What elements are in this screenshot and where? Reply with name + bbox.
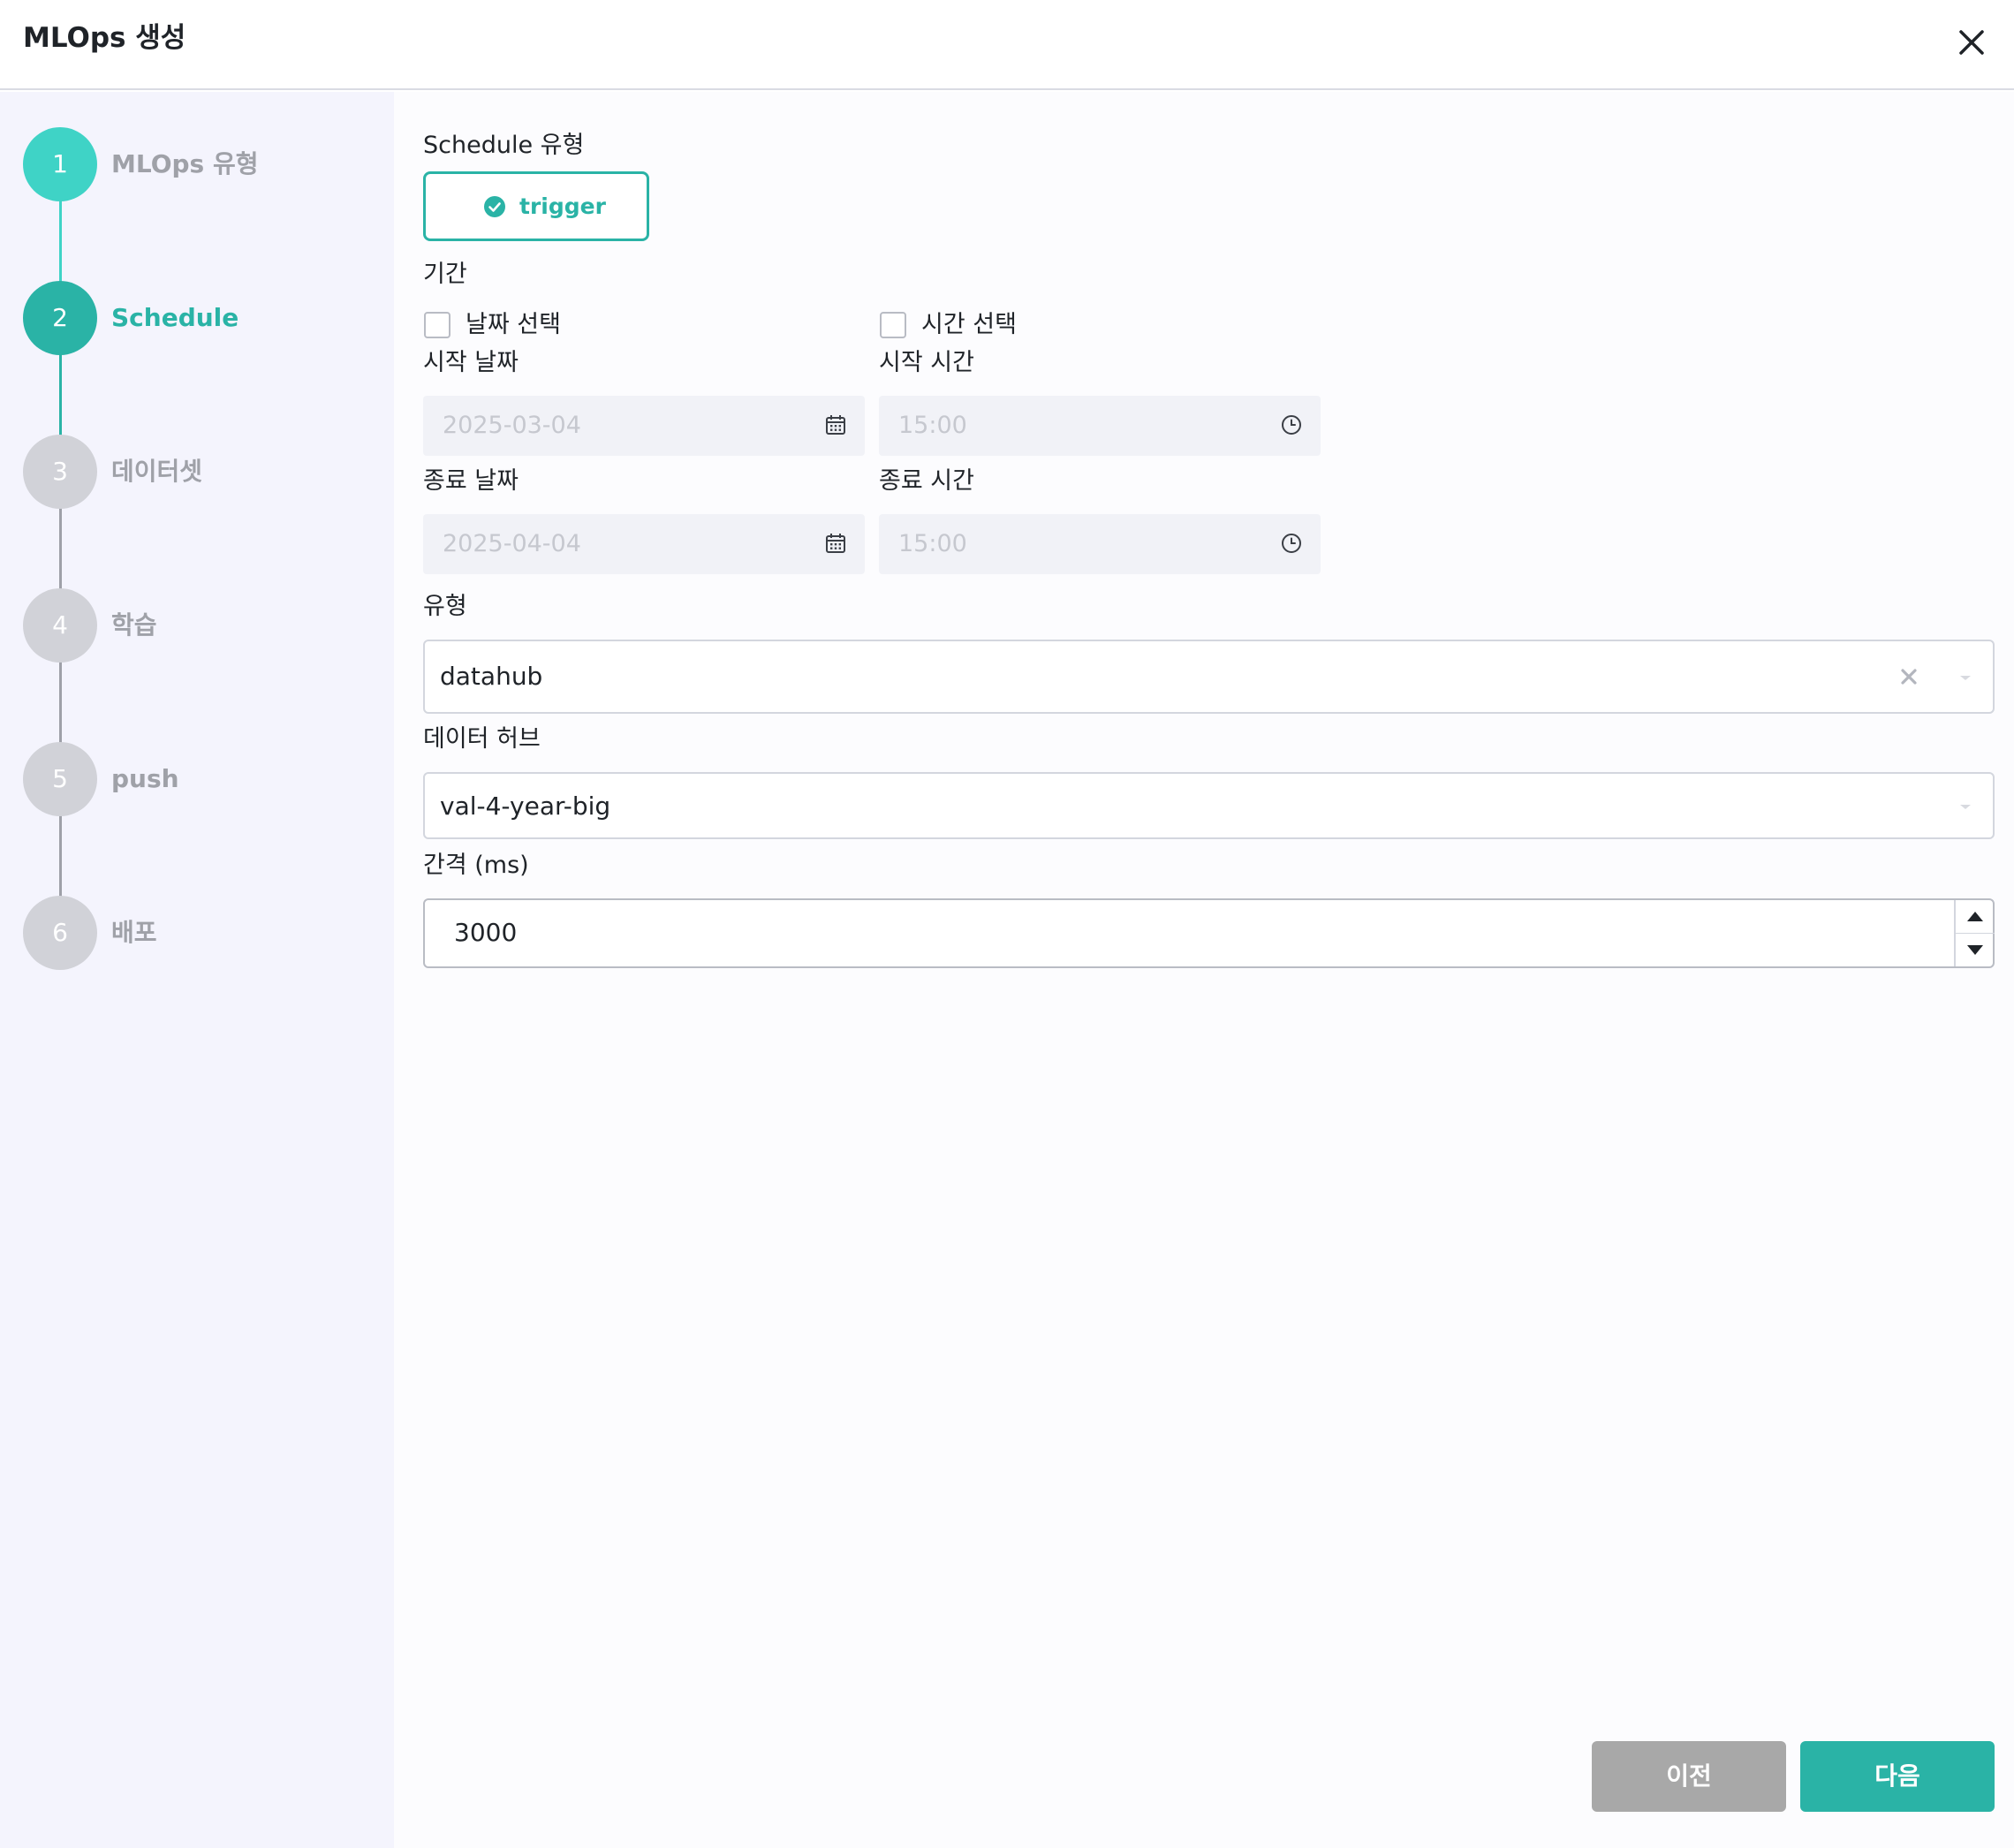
step-connector-4	[59, 661, 62, 744]
triangle-down-icon	[1967, 945, 1983, 955]
schedule-type-trigger-option[interactable]: trigger	[423, 171, 649, 241]
step-number: 5	[23, 742, 97, 816]
start-date-field[interactable]: 2025-03-04	[423, 396, 865, 456]
time-select-label: 시간 선택	[921, 311, 1017, 338]
decrement-button[interactable]	[1956, 934, 1995, 966]
calendar-icon	[826, 534, 845, 553]
type-select[interactable]: datahub	[423, 640, 1995, 714]
step-label: Schedule	[111, 303, 239, 332]
step-connector-1	[59, 200, 62, 283]
stepper-sidebar: 1 MLOps 유형 2 Schedule 3 데이터셋 4 학습 5 push…	[0, 92, 394, 1848]
schedule-type-option-label: trigger	[519, 193, 606, 219]
clear-icon[interactable]	[1898, 666, 1919, 687]
datahub-select[interactable]: val-4-year-big	[423, 772, 1995, 839]
interval-stepper	[1954, 900, 1995, 966]
end-date-label: 종료 날짜	[423, 467, 519, 495]
clock-icon	[1282, 415, 1301, 435]
step-label: 데이터셋	[111, 457, 203, 486]
increment-button[interactable]	[1956, 900, 1995, 934]
end-time-value: 15:00	[898, 530, 967, 557]
close-icon[interactable]	[1949, 19, 1995, 65]
chevron-down-icon[interactable]	[1957, 669, 1974, 686]
clock-icon	[1282, 534, 1301, 553]
type-select-value: datahub	[440, 662, 543, 691]
type-label: 유형	[423, 593, 467, 620]
step-number: 1	[23, 127, 97, 201]
datahub-label: 데이터 허브	[423, 725, 541, 753]
dialog-title: MLOps 생성	[23, 22, 186, 54]
end-time-label: 종료 시간	[879, 467, 974, 495]
dialog-header: MLOps 생성	[0, 0, 2014, 90]
prev-button[interactable]: 이전	[1592, 1741, 1786, 1812]
period-label: 기간	[423, 261, 467, 288]
step-label: MLOps 유형	[111, 149, 259, 178]
form-panel	[394, 92, 2014, 1848]
end-date-field[interactable]: 2025-04-04	[423, 514, 865, 574]
triangle-up-icon	[1967, 912, 1983, 921]
check-circle-icon	[484, 196, 505, 217]
start-date-label: 시작 날짜	[423, 349, 519, 376]
schedule-type-label: Schedule 유형	[423, 132, 585, 159]
start-time-field[interactable]: 15:00	[879, 396, 1321, 456]
chevron-down-icon[interactable]	[1957, 798, 1974, 815]
step-label: 학습	[111, 610, 157, 640]
step-number: 4	[23, 588, 97, 663]
step-label: 배포	[111, 918, 157, 947]
step-connector-3	[59, 507, 62, 590]
step-label: push	[111, 764, 179, 793]
step-number: 6	[23, 896, 97, 970]
datahub-select-value: val-4-year-big	[440, 791, 611, 821]
interval-number-input[interactable]: 3000	[423, 898, 1995, 968]
start-time-value: 15:00	[898, 412, 967, 439]
calendar-icon	[826, 415, 845, 435]
date-select-label: 날짜 선택	[466, 311, 561, 338]
start-time-label: 시작 시간	[879, 349, 974, 376]
interval-label: 간격 (ms)	[423, 852, 529, 879]
step-connector-5	[59, 814, 62, 897]
date-select-checkbox[interactable]	[424, 312, 450, 338]
step-number: 2	[23, 281, 97, 355]
end-time-field[interactable]: 15:00	[879, 514, 1321, 574]
interval-value: 3000	[454, 918, 518, 947]
step-number: 3	[23, 435, 97, 509]
step-connector-2	[59, 353, 62, 436]
start-date-value: 2025-03-04	[443, 412, 581, 439]
next-button[interactable]: 다음	[1800, 1741, 1995, 1812]
end-date-value: 2025-04-04	[443, 530, 581, 557]
time-select-checkbox[interactable]	[880, 312, 906, 338]
